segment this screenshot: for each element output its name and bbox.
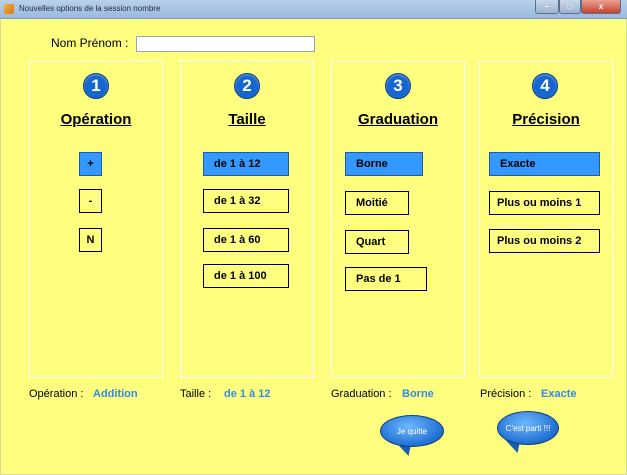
option-addition[interactable]: + — [79, 152, 102, 176]
maximize-button[interactable]: □ — [559, 0, 581, 14]
option-n[interactable]: N — [79, 228, 102, 252]
summary-graduation-label: Graduation : — [331, 388, 392, 400]
panel-taille: 2 Taille de 1 à 12 de 1 à 32 de 1 à 60 d… — [180, 60, 314, 378]
panel-operation: 1 Opération + - N — [29, 60, 163, 378]
option-plus-ou-moins-2[interactable]: Plus ou moins 2 — [489, 229, 600, 253]
minimize-button[interactable]: – — [535, 0, 559, 14]
panel-graduation: 3 Graduation Borne Moitié Quart Pas de 1 — [331, 60, 465, 378]
option-1-12[interactable]: de 1 à 12 — [203, 152, 289, 176]
summary-taille-value: de 1 à 12 — [224, 388, 271, 400]
option-borne[interactable]: Borne — [345, 152, 423, 176]
step-2-badge: 2 — [234, 73, 260, 99]
summary-operation-label: Opération : — [29, 388, 84, 400]
option-plus-ou-moins-1[interactable]: Plus ou moins 1 — [489, 191, 600, 215]
summary-operation-value: Addition — [93, 388, 138, 400]
option-1-60[interactable]: de 1 à 60 — [203, 228, 289, 252]
start-button[interactable]: C'est parti !!! — [497, 411, 559, 445]
step-1-badge: 1 — [83, 73, 109, 99]
name-input[interactable] — [136, 36, 315, 52]
panel-precision: 4 Précision Exacte Plus ou moins 1 Plus … — [479, 60, 613, 378]
summary-graduation-value: Borne — [402, 388, 434, 400]
window-title: Nouvelles options de la session nombre — [19, 4, 161, 13]
option-pas-de-1[interactable]: Pas de 1 — [345, 267, 427, 291]
option-subtraction[interactable]: - — [79, 189, 102, 213]
step-3-badge: 3 — [385, 73, 411, 99]
summary-precision-value: Exacte — [541, 388, 577, 400]
app-icon — [4, 4, 14, 14]
option-1-100[interactable]: de 1 à 100 — [203, 264, 289, 288]
close-button[interactable]: x — [581, 0, 621, 14]
name-label: Nom Prénom : — [51, 36, 129, 50]
panel-title-precision: Précision — [512, 111, 580, 128]
form-client-area: Nom Prénom : 1 Opération + - N 2 Taille … — [0, 19, 627, 475]
option-moitie[interactable]: Moitié — [345, 191, 409, 215]
option-quart[interactable]: Quart — [345, 230, 409, 254]
panel-title-graduation: Graduation — [357, 111, 438, 128]
option-1-32[interactable]: de 1 à 32 — [203, 189, 289, 213]
summary-precision-label: Précision : — [480, 388, 532, 400]
step-4-badge: 4 — [532, 73, 558, 99]
window-controls: – □ x — [535, 0, 621, 14]
summary-taille-label: Taille : — [180, 388, 212, 400]
panel-title-operation: Opération — [60, 111, 132, 128]
option-exacte[interactable]: Exacte — [489, 152, 600, 176]
quit-button[interactable]: Je quitte — [380, 415, 444, 447]
title-bar: Nouvelles options de la session nombre –… — [0, 0, 627, 19]
panel-title-taille: Taille — [228, 111, 266, 128]
